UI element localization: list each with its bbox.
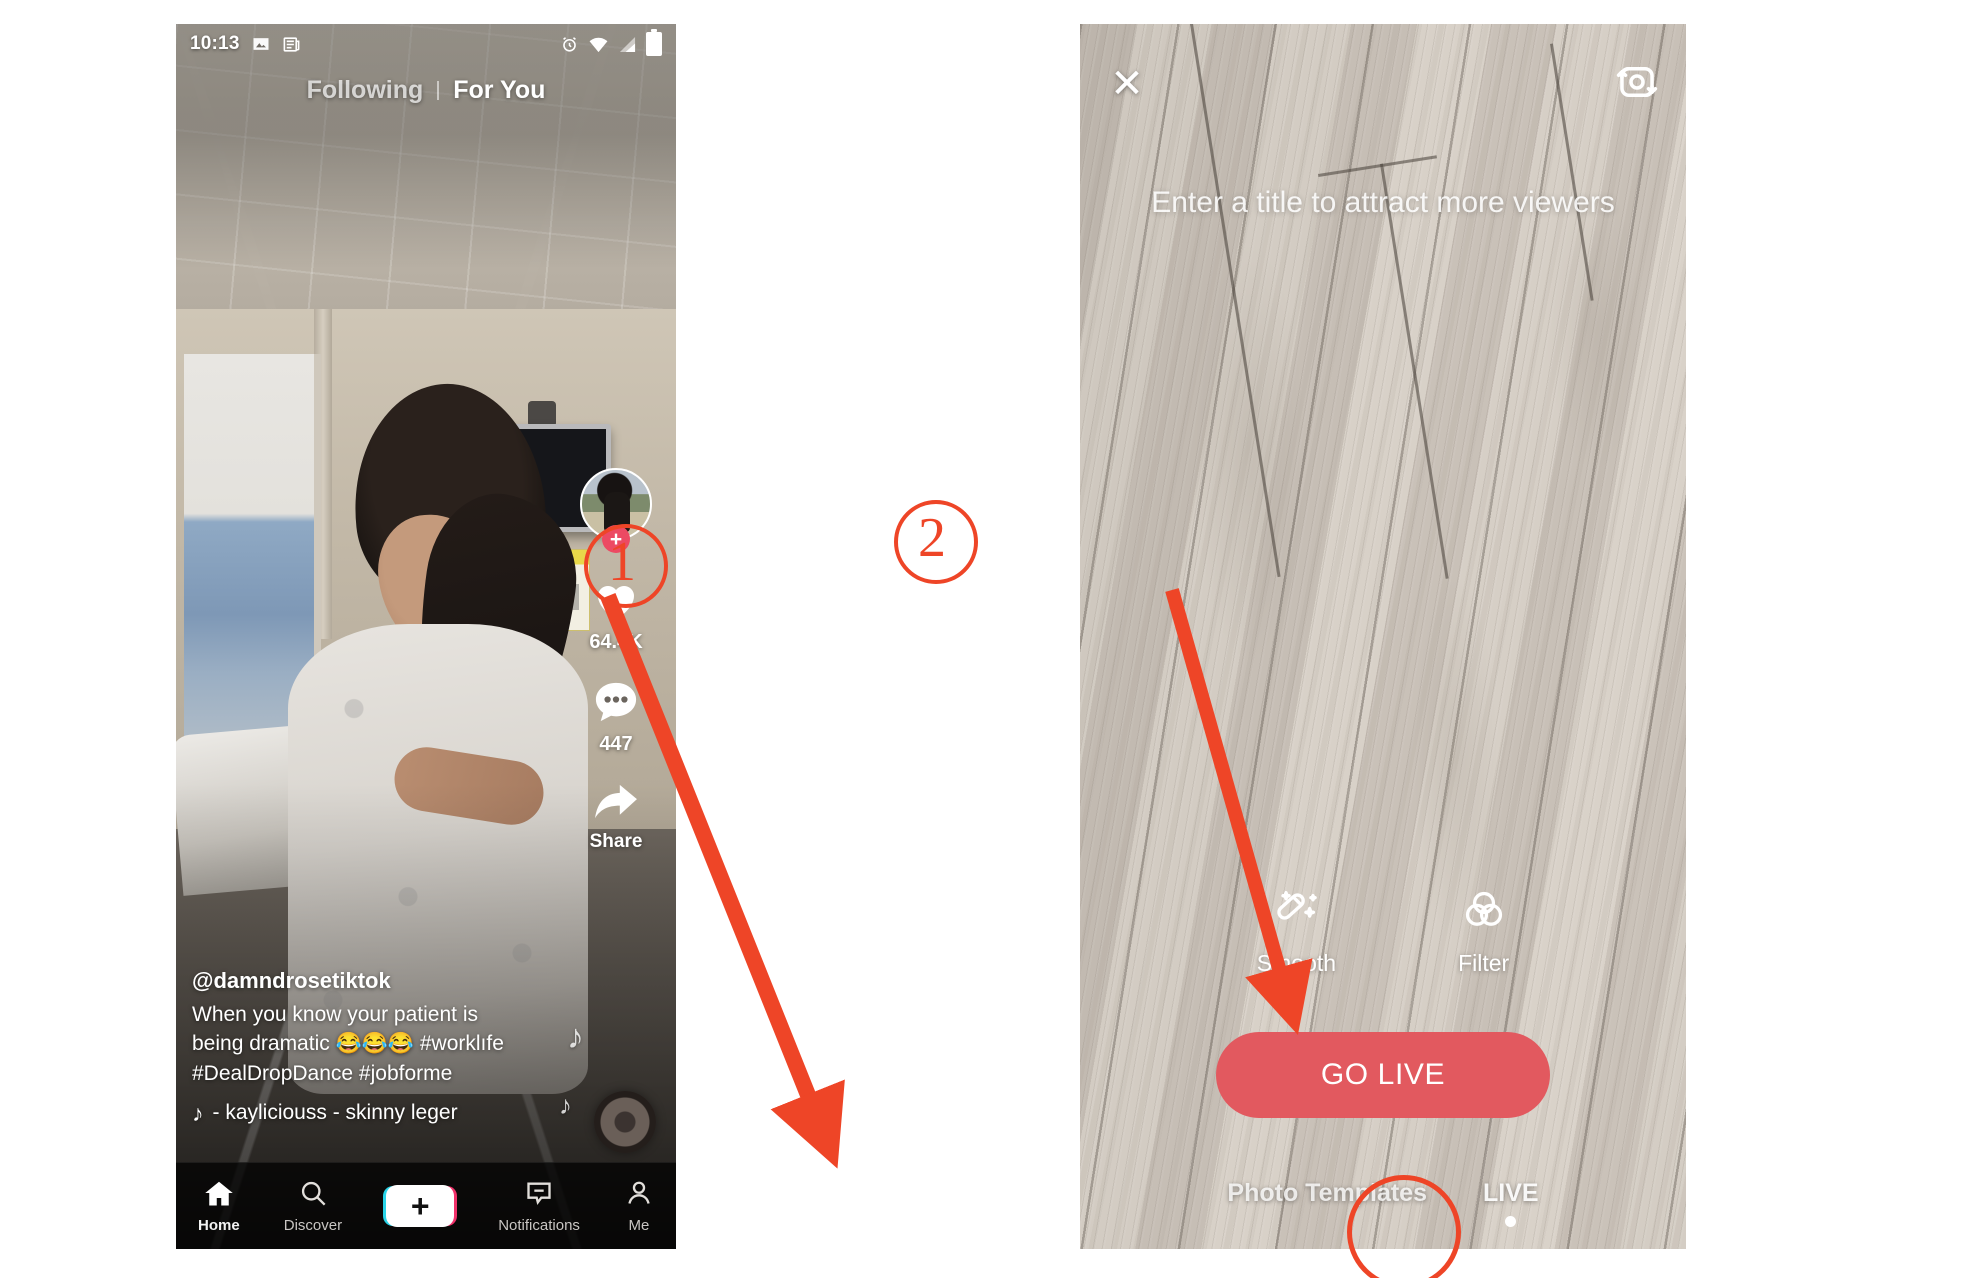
- feed-tabs: Following For You: [176, 76, 676, 105]
- magic-wand-icon: [1272, 886, 1320, 939]
- tab-for-you[interactable]: For You: [453, 76, 545, 105]
- close-icon[interactable]: ✕: [1106, 63, 1148, 105]
- creator-handle[interactable]: @damndrosetiktok: [192, 968, 572, 994]
- nav-item-home[interactable]: Home: [198, 1179, 240, 1234]
- annotation-number-2: 2: [918, 507, 946, 569]
- nav-label-discover: Discover: [283, 1216, 343, 1234]
- live-tools: Smooth Filter: [1080, 886, 1686, 977]
- share-label: Share: [589, 831, 643, 852]
- nav-item-create[interactable]: +: [381, 1185, 460, 1227]
- video-caption: @damndrosetiktok When you know your pati…: [192, 968, 572, 1125]
- battery-icon: [646, 29, 662, 56]
- signal-icon: [618, 36, 637, 53]
- tab-indicator-dot-active: [1505, 1216, 1517, 1227]
- news-icon: [282, 35, 301, 54]
- tool-label-smooth: Smooth: [1256, 950, 1337, 976]
- status-bar: 10:13: [176, 24, 676, 64]
- nav-item-notifications[interactable]: Notifications: [498, 1179, 580, 1234]
- annotation-number-1: 1: [608, 531, 636, 593]
- plus-glyph: +: [410, 1188, 430, 1224]
- tab-following[interactable]: Following: [307, 76, 424, 105]
- tool-smooth[interactable]: Smooth: [1257, 886, 1336, 977]
- plus-create-icon[interactable]: +: [381, 1185, 460, 1227]
- share-action[interactable]: Share: [589, 782, 643, 853]
- nav-label-notifications: Notifications: [498, 1216, 580, 1234]
- tool-label-filter: Filter: [1458, 950, 1510, 976]
- nav-label-me: Me: [628, 1216, 650, 1234]
- comment-icon: [593, 680, 639, 729]
- tool-filter[interactable]: Filter: [1458, 886, 1509, 977]
- like-count: 64.4K: [589, 631, 643, 653]
- bottom-navigation: Home Discover + Notifications Me: [176, 1162, 676, 1249]
- annotation-circle-live-tab: [1347, 1175, 1461, 1278]
- nav-label-home: Home: [198, 1216, 240, 1234]
- tiktok-note-icon: ♪: [192, 1099, 204, 1126]
- inbox-icon: [524, 1179, 554, 1212]
- comment-count: 447: [599, 733, 633, 755]
- nav-item-me[interactable]: Me: [624, 1179, 654, 1234]
- nav-item-discover[interactable]: Discover: [284, 1179, 342, 1234]
- wifi-icon: [588, 36, 609, 53]
- live-top-bar: ✕: [1080, 24, 1686, 144]
- home-icon: [204, 1179, 234, 1212]
- tab-live[interactable]: LIVE: [1483, 1179, 1539, 1227]
- comment-action[interactable]: 447: [593, 680, 639, 756]
- camera-flip-icon[interactable]: [1614, 59, 1660, 110]
- person-icon: [624, 1179, 654, 1212]
- alarm-icon: [560, 35, 579, 54]
- screenshot-canvas: 10:13 Following For You + 64.4K 447 Shar…: [0, 0, 1974, 1278]
- sound-row[interactable]: ♪ - kayliciouss - skinny leger: [192, 1101, 572, 1125]
- status-time: 10:13: [190, 33, 240, 54]
- tab-separator: [437, 81, 440, 100]
- caption-line-1: When you know your patient is: [192, 1002, 478, 1026]
- sound-title: - kayliciouss - skinny leger: [212, 1101, 458, 1124]
- phone-screen-go-live: ✕ Enter a title to attract more viewers: [1080, 24, 1686, 1249]
- tab-label-live: LIVE: [1482, 1179, 1539, 1207]
- caption-line-2: being dramatic 😂😂😂 #worklıfe: [192, 1032, 504, 1056]
- search-icon: [298, 1179, 328, 1212]
- share-arrow-icon: [593, 782, 639, 827]
- live-title-input[interactable]: Enter a title to attract more viewers: [1080, 186, 1686, 220]
- image-icon: [251, 34, 271, 54]
- caption-line-3: #DealDropDance #jobforme: [192, 1062, 453, 1086]
- filter-circles-icon: [1460, 886, 1508, 939]
- sound-disc[interactable]: [594, 1091, 656, 1153]
- go-live-button[interactable]: GO LIVE: [1216, 1032, 1550, 1118]
- phone-screen-tiktok-feed: 10:13 Following For You + 64.4K 447 Shar…: [176, 24, 676, 1249]
